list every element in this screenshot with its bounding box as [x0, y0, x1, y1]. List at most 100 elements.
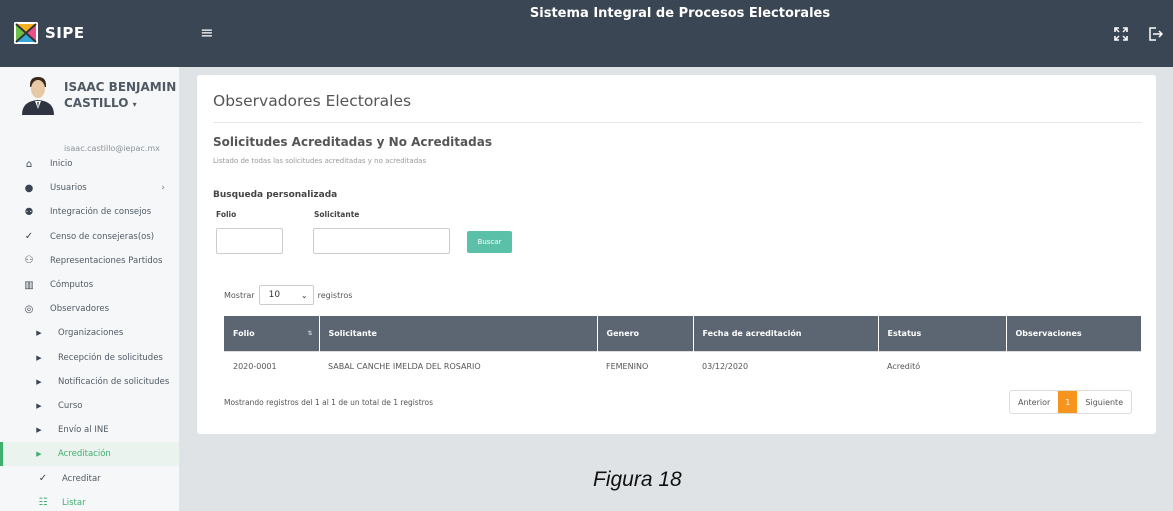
avatar[interactable] — [20, 75, 56, 115]
sidebar-item-acreditacion[interactable]: ▶ Acreditación — [0, 442, 179, 467]
chevron-right-icon: › — [161, 183, 165, 194]
people-icon: ⚇ — [24, 255, 34, 267]
sidebar-item-label: Listar — [62, 497, 86, 508]
sidebar-item-usuarios[interactable]: ● Usuarios › — [0, 176, 179, 200]
sidebar-item-representaciones[interactable]: ⚇ Representaciones Partidos — [0, 249, 179, 273]
page-title: Observadores Electorales — [213, 92, 412, 110]
caret-right-icon: ▶ — [36, 329, 42, 338]
table-info: Mostrando registros del 1 al 1 de un tot… — [224, 398, 434, 407]
main-card: Observadores Electorales Solicitudes Acr… — [197, 75, 1156, 434]
sipe-logo-icon — [14, 22, 38, 44]
sidebar-item-label: Acreditar — [62, 473, 101, 484]
sidebar-item-recepcion[interactable]: ▶ Recepción de solicitudes — [0, 346, 179, 370]
sidebar-item-listar[interactable]: ☷ Listar — [0, 491, 179, 511]
sidebar-item-notificacion[interactable]: ▶ Notificación de solicitudes — [0, 370, 179, 394]
divider — [213, 122, 1142, 123]
chevron-down-icon: ⌄ — [300, 290, 308, 300]
list-icon: ☷ — [38, 497, 48, 509]
caret-down-icon: ▾ — [132, 100, 137, 109]
solicitante-input[interactable] — [313, 228, 450, 254]
cell-folio: 2020-0001 — [224, 350, 319, 381]
user-name-line2: CASTILLO — [64, 96, 129, 110]
search-title: Busqueda personalizada — [213, 190, 338, 200]
sidebar-item-curso[interactable]: ▶ Curso — [0, 394, 179, 418]
sidebar-item-censo[interactable]: ✓ Censo de consejeras(os) — [0, 225, 179, 249]
column-label: Folio — [233, 328, 255, 338]
caret-right-icon: ▶ — [36, 426, 42, 435]
cell-observaciones — [1006, 350, 1141, 381]
length-select[interactable]: 10 ⌄ — [258, 285, 314, 305]
column-label: Genero — [606, 328, 640, 338]
home-icon: ⌂ — [25, 158, 33, 170]
sidebar-item-label: Inicio — [50, 159, 73, 170]
column-header-folio[interactable]: Folio ⇅ — [224, 316, 320, 351]
section-title: Solicitudes Acreditadas y No Acreditadas — [213, 135, 492, 149]
sidebar-item-envio-ine[interactable]: ▶ Envío al INE — [0, 418, 179, 442]
figure-caption: Figura 18 — [593, 468, 682, 491]
caret-right-icon: ▶ — [36, 401, 42, 410]
sidebar-item-label: Acreditación — [58, 449, 111, 460]
length-prefix: Mostrar — [224, 290, 255, 300]
table-header-row: Folio ⇅ Solicitante Genero Fecha de acred… — [224, 316, 1141, 351]
column-header-fecha[interactable]: Fecha de acreditación — [693, 316, 879, 351]
length-suffix: registros — [317, 290, 353, 300]
sidebar-item-label: Observadores — [50, 304, 110, 315]
sidebar-item-label: Usuarios — [50, 183, 87, 194]
pagination-current[interactable]: 1 — [1058, 391, 1078, 413]
sidebar-item-label: Curso — [58, 400, 83, 411]
eye-icon: ◎ — [24, 303, 34, 315]
column-header-solicitante[interactable]: Solicitante — [319, 316, 598, 351]
column-header-genero[interactable]: Genero — [597, 316, 694, 351]
caret-right-icon: ▶ — [36, 377, 42, 386]
column-header-observaciones[interactable]: Observaciones — [1006, 316, 1141, 351]
bar-chart-icon: ▥ — [24, 279, 34, 291]
sidebar-item-label: Cómputos — [50, 280, 94, 291]
pagination-prev[interactable]: Anterior — [1010, 391, 1058, 413]
column-label: Fecha de acreditación — [702, 328, 802, 338]
column-label: Solicitante — [328, 328, 377, 338]
folio-input[interactable] — [216, 228, 283, 254]
sidebar-item-label: Notificación de solicitudes — [58, 376, 170, 387]
sidebar-item-label: Censo de consejeras(os) — [50, 231, 155, 242]
length-value: 10 — [268, 290, 281, 300]
sidebar: ISAAC BENJAMIN CASTILLO ▾ isaac.castillo… — [0, 67, 180, 511]
sidebar-item-integracion[interactable]: ⚉ Integración de consejos — [0, 200, 179, 224]
check-icon: ✓ — [24, 231, 34, 243]
group-icon: ⚉ — [24, 206, 34, 218]
pagination: Anterior 1 Siguiente — [1009, 390, 1133, 414]
sidebar-item-label: Recepción de solicitudes — [58, 352, 163, 363]
sidebar-item-organizaciones[interactable]: ▶ Organizaciones — [0, 321, 179, 345]
sidebar-item-acreditar[interactable]: ✓ Acreditar — [0, 466, 179, 490]
user-icon: ● — [24, 182, 34, 194]
column-header-estatus[interactable]: Estatus — [878, 316, 1007, 351]
length-menu: Mostrar 10 ⌄ registros — [224, 285, 352, 305]
fullscreen-icon[interactable] — [1113, 26, 1133, 46]
sidebar-item-observadores[interactable]: ◎ Observadores — [0, 297, 179, 321]
hamburger-icon[interactable]: ≡ — [196, 22, 218, 44]
brand-name: SIPE — [45, 24, 85, 42]
brand[interactable]: SIPE — [0, 0, 180, 67]
sort-icon: ⇅ — [307, 330, 313, 337]
section-subtitle: Listado de todas las solicitudes acredit… — [213, 157, 427, 165]
check-icon: ✓ — [38, 473, 48, 485]
pagination-next[interactable]: Siguiente — [1077, 391, 1131, 413]
user-name-line1: ISAAC BENJAMIN — [64, 80, 177, 94]
sidebar-item-inicio[interactable]: ⌂ Inicio — [0, 152, 179, 176]
caret-right-icon: ▶ — [36, 450, 42, 459]
buscar-button[interactable]: Buscar — [467, 231, 512, 253]
sidebar-item-label: Integración de consejos — [50, 207, 152, 218]
caret-right-icon: ▶ — [36, 353, 42, 362]
data-table: Folio ⇅ Solicitante Genero Fecha de acred… — [224, 316, 1141, 381]
cell-fecha: 03/12/2020 — [693, 350, 878, 381]
user-name[interactable]: ISAAC BENJAMIN CASTILLO ▾ — [64, 79, 176, 113]
sidebar-item-label: Organizaciones — [58, 328, 124, 339]
sidebar-item-computos[interactable]: ▥ Cómputos — [0, 273, 179, 297]
table-row[interactable]: 2020-0001 SABAL CANCHE IMELDA DEL ROSARI… — [224, 350, 1141, 381]
cell-estatus: Acreditó — [878, 350, 1006, 381]
column-label: Observaciones — [1015, 328, 1082, 338]
sidebar-item-label: Representaciones Partidos — [50, 255, 163, 266]
sidebar-item-label: Envío al INE — [58, 425, 109, 436]
sidebar-nav: ⌂ Inicio ● Usuarios › ⚉ Integración de c… — [0, 152, 179, 511]
logout-icon[interactable] — [1147, 26, 1167, 46]
cell-solicitante: SABAL CANCHE IMELDA DEL ROSARIO — [319, 350, 597, 381]
